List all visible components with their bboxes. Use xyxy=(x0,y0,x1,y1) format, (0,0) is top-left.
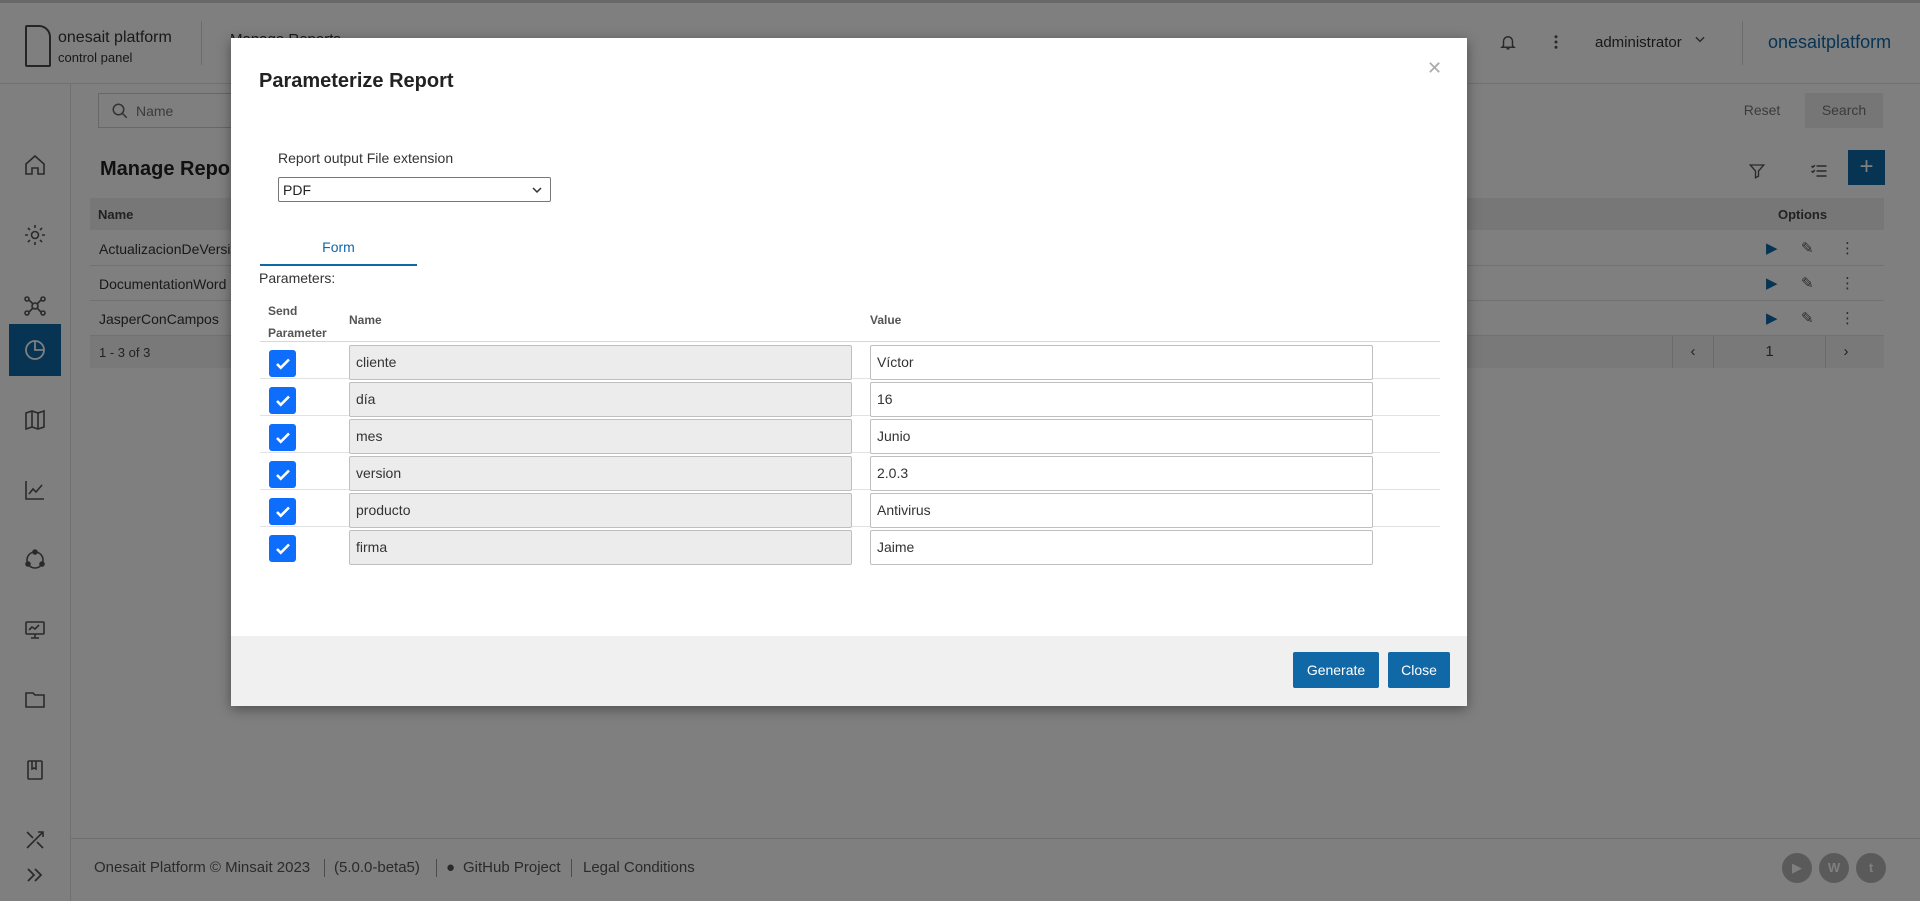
parameter-row: mes Junio xyxy=(260,416,1440,454)
parameter-row: version 2.0.3 xyxy=(260,453,1440,491)
chevron-down-icon xyxy=(532,187,542,194)
column-send-line1: Send xyxy=(268,304,298,318)
check-icon xyxy=(275,469,290,481)
column-send-header: Send Parameter xyxy=(268,300,327,344)
generate-button[interactable]: Generate xyxy=(1293,652,1379,688)
send-checkbox[interactable] xyxy=(269,461,296,488)
send-checkbox[interactable] xyxy=(269,387,296,414)
param-name-field: cliente xyxy=(349,345,852,380)
send-checkbox[interactable] xyxy=(269,350,296,377)
column-value-header: Value xyxy=(870,313,902,327)
param-name-field: mes xyxy=(349,419,852,454)
check-icon xyxy=(275,395,290,407)
close-button[interactable]: Close xyxy=(1388,652,1450,688)
param-value-field[interactable]: 2.0.3 xyxy=(870,456,1373,491)
parameter-row: firma Jaime xyxy=(260,527,1440,565)
param-value-field[interactable]: 16 xyxy=(870,382,1373,417)
param-name-field: día xyxy=(349,382,852,417)
send-checkbox[interactable] xyxy=(269,498,296,525)
parameter-row: cliente Víctor xyxy=(260,342,1440,380)
param-value-field[interactable]: Jaime xyxy=(870,530,1373,565)
close-icon[interactable]: ✕ xyxy=(1427,58,1442,79)
parameterize-report-dialog: Parameterize Report ✕ Report output File… xyxy=(231,38,1467,706)
parameter-row: producto Antivirus xyxy=(260,490,1440,528)
dialog-title: Parameterize Report xyxy=(259,70,454,92)
check-icon xyxy=(275,506,290,518)
dialog-footer: Generate Close xyxy=(231,636,1467,706)
param-name-field: version xyxy=(349,456,852,491)
column-name-header: Name xyxy=(349,313,382,327)
param-value-field[interactable]: Junio xyxy=(870,419,1373,454)
extension-value: PDF xyxy=(283,182,311,198)
parameters-label: Parameters: xyxy=(259,270,336,286)
send-checkbox[interactable] xyxy=(269,535,296,562)
param-value-field[interactable]: Víctor xyxy=(870,345,1373,380)
param-name-field: firma xyxy=(349,530,852,565)
parameter-row: día 16 xyxy=(260,379,1440,417)
check-icon xyxy=(275,358,290,370)
param-value-field[interactable]: Antivirus xyxy=(870,493,1373,528)
extension-label: Report output File extension xyxy=(278,150,454,166)
check-icon xyxy=(275,432,290,444)
extension-select[interactable]: PDF xyxy=(278,177,551,202)
tab-form[interactable]: Form xyxy=(260,236,417,266)
send-checkbox[interactable] xyxy=(269,424,296,451)
check-icon xyxy=(275,543,290,555)
param-name-field: producto xyxy=(349,493,852,528)
